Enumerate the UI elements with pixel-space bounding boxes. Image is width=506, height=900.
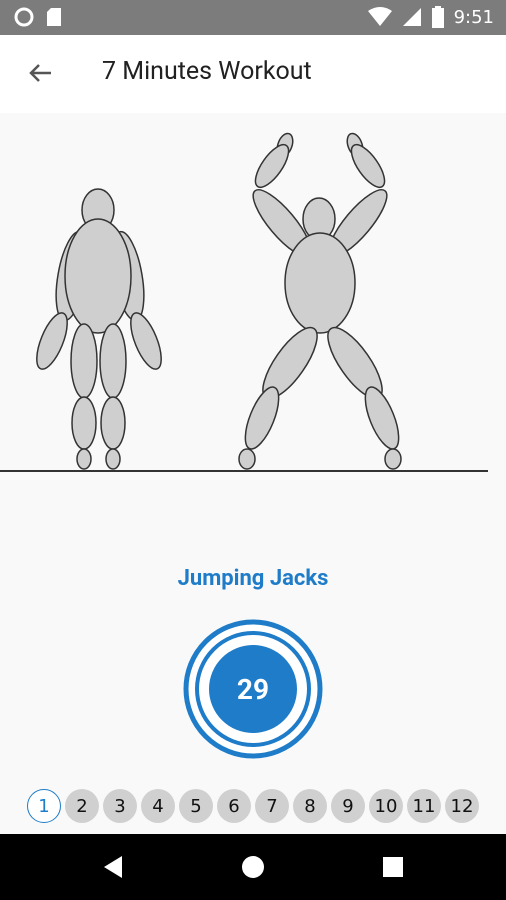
status-right: 9:51 — [367, 6, 494, 28]
home-circle-icon[interactable] — [238, 852, 268, 882]
status-time: 9:51 — [453, 6, 494, 28]
step-6: 6 — [217, 789, 251, 823]
step-5: 5 — [179, 789, 213, 823]
exercise-illustration — [0, 132, 488, 472]
step-4: 4 — [141, 789, 175, 823]
arrow-back-icon[interactable] — [24, 57, 56, 89]
timer-value: 29 — [236, 672, 270, 706]
step-2: 2 — [65, 789, 99, 823]
page-title: 7 Minutes Workout — [102, 57, 312, 86]
countdown-timer[interactable]: 29 — [182, 618, 324, 760]
jumping-figure — [238, 132, 402, 470]
step-12: 12 — [445, 789, 479, 823]
step-1: 1 — [27, 789, 61, 823]
app-bar: 7 Minutes Workout — [0, 35, 506, 113]
record-icon — [14, 7, 34, 27]
step-3: 3 — [103, 789, 137, 823]
status-left — [14, 7, 62, 27]
back-triangle-icon[interactable] — [98, 852, 128, 882]
battery-icon — [431, 6, 444, 28]
step-11: 11 — [407, 789, 441, 823]
standing-figure — [36, 188, 162, 470]
step-7: 7 — [255, 789, 289, 823]
exercise-steps: 1 2 3 4 5 6 7 8 9 10 11 12 — [27, 789, 479, 823]
sd-card-icon — [47, 8, 61, 26]
step-10: 10 — [369, 789, 403, 823]
status-bar: 9:51 — [0, 0, 506, 35]
step-9: 9 — [331, 789, 365, 823]
step-8: 8 — [293, 789, 327, 823]
wifi-icon — [367, 7, 392, 26]
cell-signal-icon — [402, 8, 421, 26]
nav-bar — [0, 834, 506, 900]
recents-square-icon[interactable] — [378, 852, 408, 882]
exercise-name: Jumping Jacks — [177, 566, 329, 591]
